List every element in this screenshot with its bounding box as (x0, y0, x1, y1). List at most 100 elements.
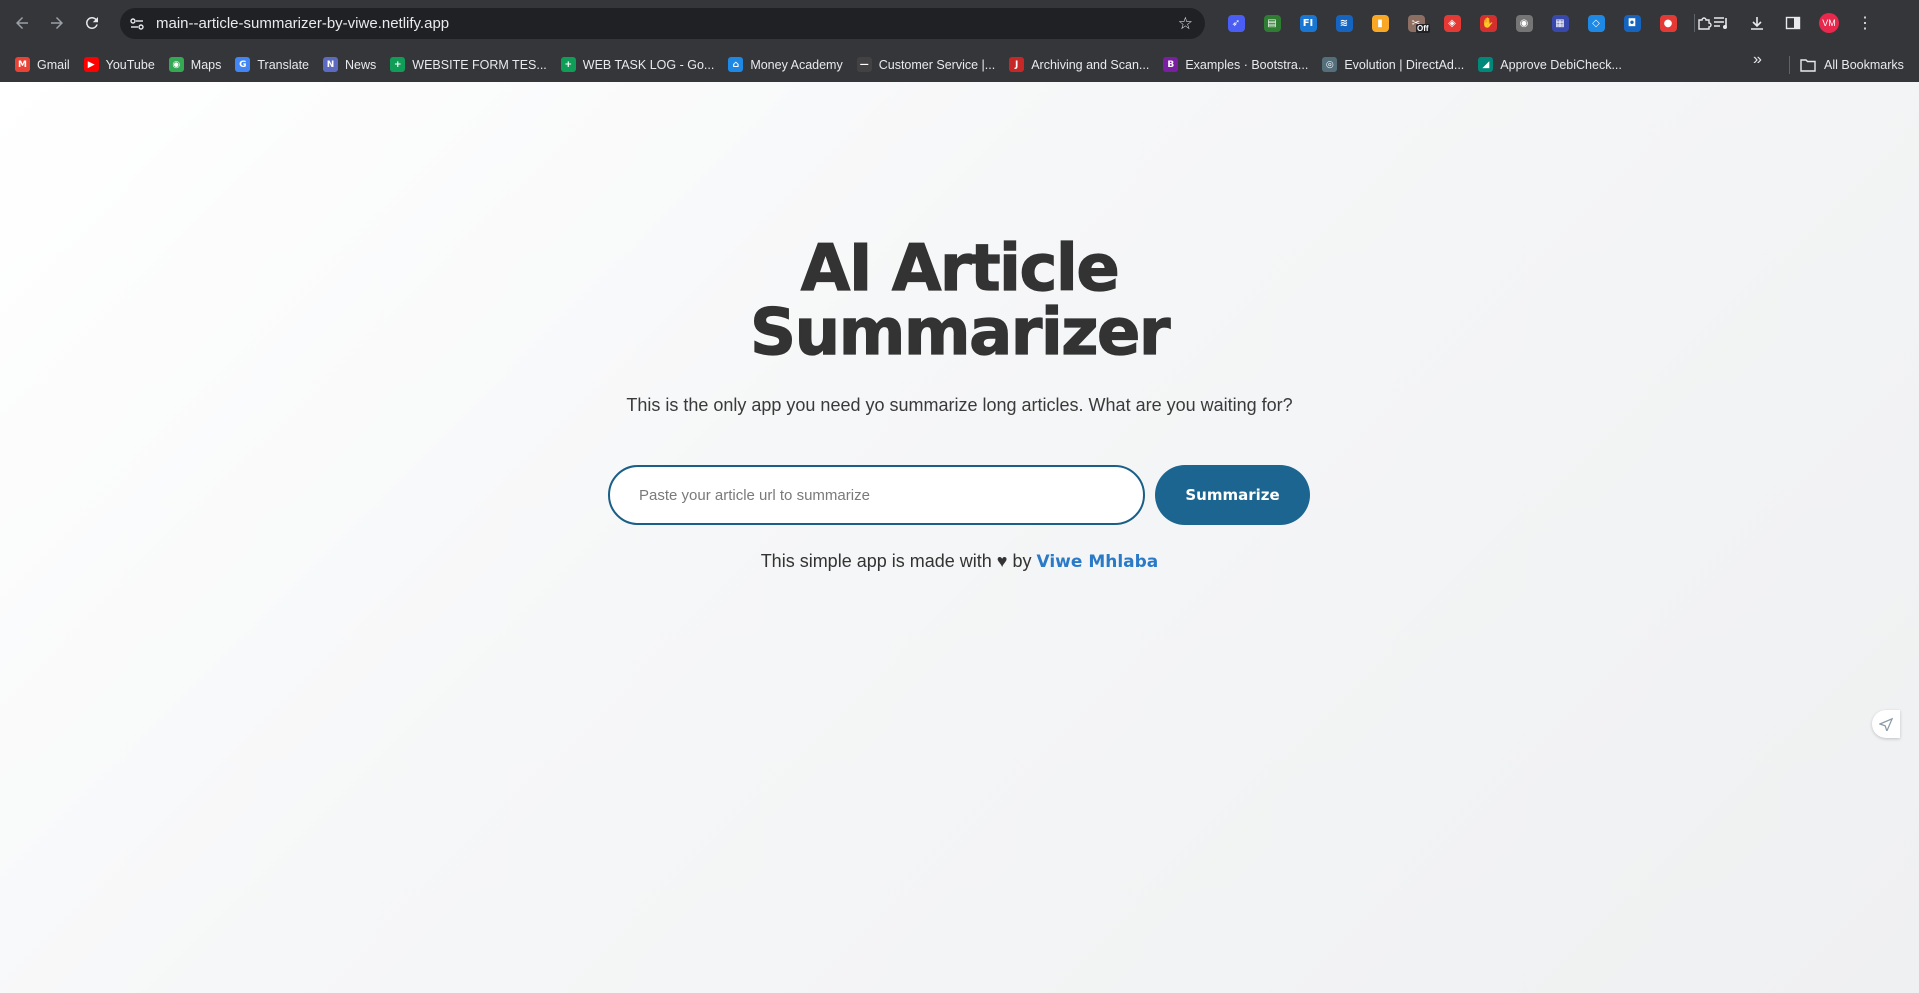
bookmark-item[interactable]: ⌂ Money Academy (721, 51, 849, 79)
article-url-input[interactable] (610, 467, 1143, 523)
bookmark-item[interactable]: M Gmail (8, 51, 77, 79)
arrow-right-icon (51, 17, 63, 29)
bookmarks-bar: M Gmail ▶ YouTube ◉ Maps G Translate N News + WEBSI… (0, 47, 1919, 82)
bookmark-item[interactable]: + WEB TASK LOG - Go... (554, 51, 722, 79)
all-bookmarks-button[interactable]: All Bookmarks (1800, 47, 1904, 82)
bookmark-favicon-icon: ◉ (168, 57, 184, 72)
reload-button[interactable] (74, 5, 110, 41)
forward-button[interactable] (39, 5, 75, 41)
green-extension-icon-glyph: ▤ (1263, 14, 1281, 32)
bookmark-item[interactable]: N News (316, 51, 383, 79)
camera-extension-icon[interactable]: ◉ (1506, 10, 1542, 36)
diamond-extension-icon-glyph: ◇ (1587, 14, 1605, 32)
bookmark-item[interactable]: J Archiving and Scan... (1002, 51, 1156, 79)
green-extension-icon[interactable]: ▤ (1254, 10, 1290, 36)
url-text[interactable]: main--article-summarizer-by-viwe.netlify… (156, 15, 449, 32)
back-button[interactable] (4, 5, 40, 41)
diamond-extension-icon[interactable]: ◇ (1578, 10, 1614, 36)
hand-stop-extension-icon[interactable]: ✋ (1470, 10, 1506, 36)
bookmark-favicon-icon: N (323, 57, 339, 72)
bookmark-label: Customer Service |... (878, 57, 996, 72)
bookmark-item[interactable]: B Examples · Bootstra... (1156, 51, 1315, 79)
bookmark-favicon-icon: + (390, 57, 406, 72)
bookmarks-overflow-chevron-icon[interactable]: » (1753, 51, 1762, 69)
bookmark-favicon-icon: ◢ (1478, 57, 1494, 72)
download-icon[interactable] (1739, 10, 1775, 36)
bookmark-star-icon[interactable]: ☆ (1178, 14, 1193, 34)
bookmark-label: News (345, 57, 377, 72)
rocket-extension-icon[interactable]: ➶ (1218, 10, 1254, 36)
red-circle-extension-icon[interactable]: ● (1650, 10, 1686, 36)
bookmark-favicon-icon: ▶ (83, 57, 99, 72)
toolbar-separator (1694, 14, 1695, 32)
bookmarks-separator (1789, 56, 1790, 74)
blue-square-extension-icon[interactable]: ◘ (1614, 10, 1650, 36)
reload-icon (86, 16, 98, 29)
bookmark-favicon-icon: ⌂ (728, 57, 744, 72)
page-title: AI Article Summarizer (0, 232, 1919, 370)
bookmark-favicon-icon: B (1163, 57, 1179, 72)
bookmark-label: WEB TASK LOG - Go... (582, 57, 715, 72)
bookmark-item[interactable]: ◎ Evolution | DirectAd... (1315, 51, 1471, 79)
menu-kebab-icon[interactable]: ⋮ (1847, 10, 1883, 36)
article-url-field[interactable] (608, 465, 1145, 525)
author-link[interactable]: Viwe Mhlaba (1036, 552, 1158, 572)
site-info-button[interactable] (122, 9, 152, 39)
bookmark-favicon-icon: ◎ (1322, 57, 1338, 72)
red-layer-extension-icon-glyph: ◈ (1443, 14, 1461, 32)
page-title-line2: Summarizer (749, 296, 1171, 370)
page-title-line1: AI Article (800, 232, 1120, 306)
bookmark-item[interactable]: ◢ Approve DebiCheck... (1471, 51, 1629, 79)
bookmark-item[interactable]: G Translate (228, 51, 316, 79)
hand-stop-extension-icon-glyph: ✋ (1479, 14, 1497, 32)
folder-icon (1800, 58, 1816, 72)
bookmark-label: YouTube (105, 57, 155, 72)
flag-extension-icon[interactable]: ▦ (1542, 10, 1578, 36)
extensions-row: ➶ ▤ FI ≋ ▮ ✂ Off ◈ ✋ ◉ ▦ ◇ ◘ ● (1218, 10, 1722, 36)
yellow-extension-icon[interactable]: ▮ (1362, 10, 1398, 36)
bookmark-favicon-icon: M (15, 57, 30, 72)
wave-extension-icon[interactable]: ≋ (1326, 10, 1362, 36)
floating-send-widget[interactable] (1872, 710, 1900, 738)
profile-avatar[interactable]: VM (1811, 10, 1847, 36)
yellow-extension-icon-glyph: ▮ (1371, 14, 1389, 32)
bookmark-label: Approve DebiCheck... (1500, 57, 1622, 72)
rocket-extension-icon-glyph: ➶ (1227, 14, 1245, 32)
bookmark-favicon-icon: J (1009, 57, 1025, 72)
bookmark-item[interactable]: ◉ Maps (162, 51, 229, 79)
tune-icon (130, 17, 144, 30)
credit-prefix: This simple app is made with ♥ by (760, 551, 1037, 571)
summarize-button[interactable]: Summarize (1155, 465, 1310, 525)
browser-toolbar: main--article-summarizer-by-viwe.netlify… (0, 0, 1919, 47)
bookmark-label: Money Academy (750, 57, 843, 72)
side-panel-icon[interactable] (1775, 10, 1811, 36)
bookmark-favicon-icon: G (235, 57, 251, 72)
bookmark-label: Gmail (37, 57, 70, 72)
fi-extension-icon-glyph: FI (1299, 14, 1317, 32)
extension-off-badge: Off (1416, 24, 1430, 33)
address-bar[interactable]: main--article-summarizer-by-viwe.netlify… (120, 8, 1205, 39)
bookmark-favicon-icon: — (856, 57, 872, 72)
flag-extension-icon-glyph: ▦ (1551, 14, 1569, 32)
reading-list-icon[interactable] (1703, 10, 1739, 36)
wave-extension-icon-glyph: ≋ (1335, 14, 1353, 32)
red-circle-extension-icon-glyph: ● (1659, 14, 1677, 32)
bookmark-label: Archiving and Scan... (1031, 57, 1150, 72)
arrow-left-icon (16, 17, 28, 29)
bookmark-item[interactable]: + WEBSITE FORM TES... (383, 51, 554, 79)
red-layer-extension-icon[interactable]: ◈ (1434, 10, 1470, 36)
bookmark-label: Translate (257, 57, 310, 72)
bookmark-label: WEBSITE FORM TES... (412, 57, 547, 72)
paper-plane-icon (1879, 717, 1893, 731)
scissors-extension-icon[interactable]: ✂ Off (1398, 10, 1434, 36)
bookmarks-list: M Gmail ▶ YouTube ◉ Maps G Translate N News + WEBSI… (8, 51, 1629, 79)
blue-square-extension-icon-glyph: ◘ (1623, 14, 1641, 32)
bookmark-item[interactable]: ▶ YouTube (77, 51, 162, 79)
all-bookmarks-label: All Bookmarks (1824, 57, 1904, 72)
bookmark-label: Examples · Bootstra... (1185, 57, 1309, 72)
bookmark-item[interactable]: — Customer Service |... (850, 51, 1002, 79)
fi-extension-icon[interactable]: FI (1290, 10, 1326, 36)
page-subtitle: This is the only app you need yo summari… (626, 395, 1293, 415)
bookmark-label: Maps (190, 57, 222, 72)
credit-line: This simple app is made with ♥ by Viwe M… (0, 551, 1919, 572)
